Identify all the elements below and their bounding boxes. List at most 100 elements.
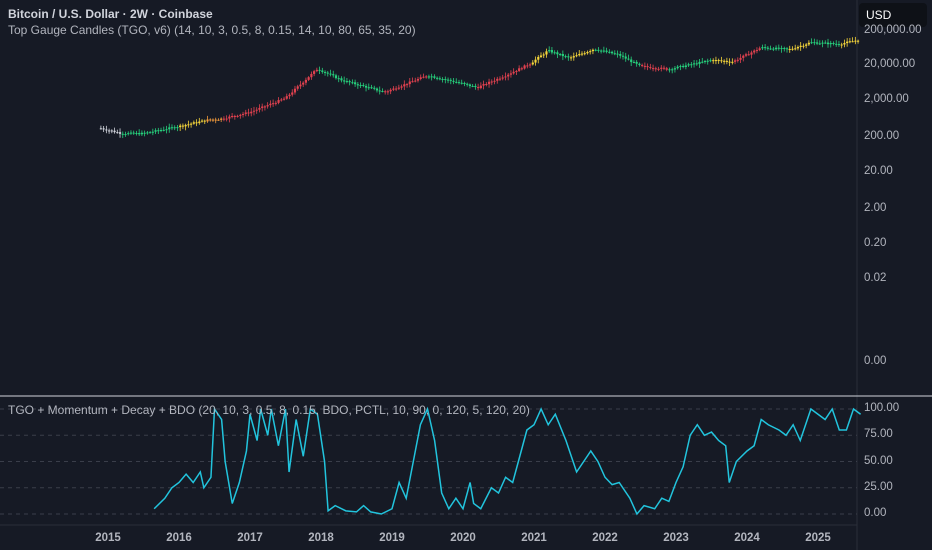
candle xyxy=(807,42,810,45)
candle xyxy=(192,122,195,124)
candle xyxy=(818,43,821,45)
candle xyxy=(509,73,513,75)
candle xyxy=(531,62,534,65)
candle xyxy=(250,111,253,114)
candle xyxy=(824,42,827,44)
candle xyxy=(843,43,846,45)
candle xyxy=(518,68,521,71)
candle xyxy=(236,115,239,117)
candle xyxy=(651,68,655,70)
candle xyxy=(370,87,373,89)
candle xyxy=(329,73,332,75)
candle xyxy=(198,121,201,124)
candle xyxy=(359,84,362,86)
osc-axis-label: 75.00 xyxy=(864,428,893,441)
candle xyxy=(296,86,299,89)
candle xyxy=(444,79,447,81)
candle xyxy=(173,127,176,129)
candle xyxy=(138,132,141,135)
candle xyxy=(788,48,791,50)
candle xyxy=(452,80,455,82)
candle xyxy=(739,57,742,60)
time-axis-label: 2024 xyxy=(734,532,760,544)
candle xyxy=(269,103,272,106)
candle xyxy=(113,130,116,133)
candle xyxy=(274,102,277,104)
candle xyxy=(252,110,256,112)
candle xyxy=(304,79,308,83)
candle xyxy=(501,77,504,79)
candle xyxy=(507,74,510,77)
candle xyxy=(731,61,734,63)
candle xyxy=(575,55,578,57)
candle xyxy=(217,119,220,121)
candle xyxy=(446,79,450,81)
candle xyxy=(597,49,600,51)
candle xyxy=(364,85,368,88)
candle xyxy=(777,47,780,49)
candle xyxy=(701,61,704,63)
pane-indicator-label[interactable]: TGO + Momentum + Decay + BDO (20, 10, 3,… xyxy=(8,403,530,417)
candle xyxy=(332,74,335,76)
price-axis-label: 2,000.00 xyxy=(864,93,909,105)
candle xyxy=(791,48,794,50)
candle xyxy=(772,48,775,50)
candle xyxy=(750,52,753,55)
candle xyxy=(572,56,575,58)
candle xyxy=(466,83,469,85)
candle xyxy=(630,59,633,63)
candle xyxy=(121,133,124,135)
candle xyxy=(340,78,343,81)
candle xyxy=(706,60,709,62)
candle xyxy=(815,42,819,44)
candle xyxy=(291,92,294,95)
candle xyxy=(720,60,723,62)
candle xyxy=(132,132,135,134)
candle xyxy=(225,118,228,120)
candle xyxy=(619,54,622,56)
price-axis-label: 0.20 xyxy=(864,237,887,249)
candle xyxy=(457,82,461,84)
candle xyxy=(241,113,245,115)
candle xyxy=(110,130,113,132)
candle xyxy=(559,53,562,55)
candle xyxy=(200,120,204,122)
candle xyxy=(397,87,400,89)
candle xyxy=(840,44,843,46)
candle xyxy=(140,132,144,135)
candle xyxy=(381,91,384,93)
candle xyxy=(698,61,701,65)
candle xyxy=(548,50,551,52)
time-axis-label: 2023 xyxy=(663,532,689,544)
candle xyxy=(386,91,390,93)
price-axis-label: 20.00 xyxy=(864,165,893,177)
candle xyxy=(118,132,122,134)
candle xyxy=(671,69,674,71)
candle xyxy=(821,42,824,44)
candle xyxy=(646,66,649,68)
price-axis-label: 200.00 xyxy=(864,130,900,142)
candle xyxy=(168,127,171,130)
candle xyxy=(416,78,420,81)
candle xyxy=(526,65,529,67)
candle xyxy=(482,83,485,86)
candle xyxy=(799,45,802,47)
candle xyxy=(690,64,693,66)
candle xyxy=(468,84,472,87)
candle xyxy=(411,81,414,83)
candle xyxy=(228,116,231,119)
candle xyxy=(146,132,149,134)
candle xyxy=(539,55,543,57)
candle xyxy=(405,84,409,86)
candle xyxy=(567,56,570,58)
candle xyxy=(747,54,750,56)
candle xyxy=(848,41,851,43)
main-indicator-label[interactable]: Top Gauge Candles (TGO, v6) (14, 10, 3, … xyxy=(8,23,416,37)
candle xyxy=(116,132,119,134)
candle xyxy=(427,76,431,78)
candle xyxy=(709,60,712,62)
candle xyxy=(654,68,657,70)
time-axis-label: 2018 xyxy=(308,532,334,544)
time-axis-label: 2016 xyxy=(166,532,192,544)
chart-canvas[interactable] xyxy=(0,0,932,550)
